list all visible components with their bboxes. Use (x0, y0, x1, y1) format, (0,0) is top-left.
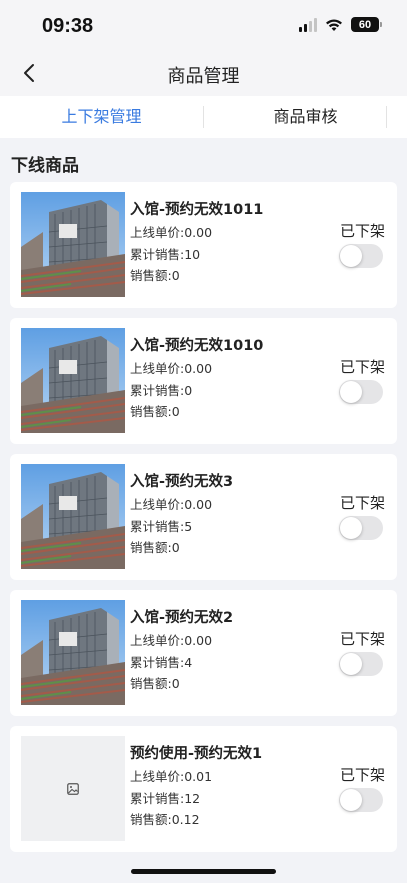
home-indicator (131, 869, 276, 874)
product-sales-amount: 销售额:0 (130, 268, 180, 283)
battery-icon: 60 (351, 17, 382, 32)
product-name: 预约使用-预约无效1 (130, 746, 263, 762)
page-title: 商品管理 (167, 66, 240, 87)
image-placeholder-icon (67, 783, 79, 795)
product-name: 入馆-预约无效3 (130, 474, 234, 490)
listing-toggle[interactable] (339, 516, 383, 540)
product-name: 入馆-预约无效2 (130, 610, 234, 626)
product-price: 上线单价:0.00 (130, 225, 213, 240)
signal-icon (299, 17, 317, 32)
product-card[interactable]: 入馆-预约无效3 上线单价:0.00 累计销售:5 销售额:0 已下架 (10, 454, 397, 580)
listing-status: 已下架 (339, 222, 385, 240)
listing-status: 已下架 (339, 630, 385, 648)
product-price: 上线单价:0.00 (130, 633, 213, 648)
product-card[interactable]: 预约使用-预约无效1 上线单价:0.01 累计销售:12 销售额:0.12 已下… (10, 726, 397, 852)
product-list: 入馆-预约无效1011 上线单价:0.00 累计销售:10 销售额:0 已下架 … (0, 182, 407, 852)
listing-toggle[interactable] (339, 244, 383, 268)
listing-toggle[interactable] (339, 788, 383, 812)
product-price: 上线单价:0.00 (130, 497, 213, 512)
listing-status: 已下架 (339, 766, 385, 784)
product-price: 上线单价:0.01 (130, 769, 213, 784)
wifi-icon (326, 19, 342, 31)
product-price: 上线单价:0.00 (130, 361, 213, 376)
listing-toggle[interactable] (339, 380, 383, 404)
product-name: 入馆-预约无效1011 (130, 202, 264, 218)
tab-bar: 上下架管理 商品审核 (0, 96, 407, 138)
product-sales-count: 累计销售:0 (130, 382, 193, 398)
product-sales-count: 累计销售:12 (130, 790, 201, 806)
product-sales-count: 累计销售:5 (130, 518, 193, 534)
tab-product-review[interactable]: 商品审核 (204, 96, 407, 138)
product-name: 入馆-预约无效1010 (130, 338, 264, 354)
listing-toggle[interactable] (339, 652, 383, 676)
section-title: 下线商品 (11, 156, 79, 176)
product-image (21, 328, 125, 433)
status-bar: 09:38 60 (0, 0, 407, 52)
product-image (21, 192, 125, 297)
nav-bar: 商品管理 (0, 52, 407, 96)
status-icons: 60 (299, 17, 382, 32)
status-time: 09:38 (42, 15, 94, 37)
product-card[interactable]: 入馆-预约无效2 上线单价:0.00 累计销售:4 销售额:0 已下架 (10, 590, 397, 716)
tab-listing-management[interactable]: 上下架管理 (0, 96, 203, 138)
listing-status: 已下架 (339, 494, 385, 512)
product-sales-amount: 销售额:0 (130, 404, 180, 419)
product-image-placeholder (21, 736, 125, 841)
product-sales-amount: 销售额:0.12 (130, 812, 200, 827)
product-sales-count: 累计销售:10 (130, 246, 201, 262)
product-image (21, 600, 125, 705)
listing-status: 已下架 (339, 358, 385, 376)
product-image (21, 464, 125, 569)
product-card[interactable]: 入馆-预约无效1011 上线单价:0.00 累计销售:10 销售额:0 已下架 (10, 182, 397, 308)
product-sales-amount: 销售额:0 (130, 676, 180, 691)
product-sales-amount: 销售额:0 (130, 540, 180, 555)
product-sales-count: 累计销售:4 (130, 654, 193, 670)
product-card[interactable]: 入馆-预约无效1010 上线单价:0.00 累计销售:0 销售额:0 已下架 (10, 318, 397, 444)
